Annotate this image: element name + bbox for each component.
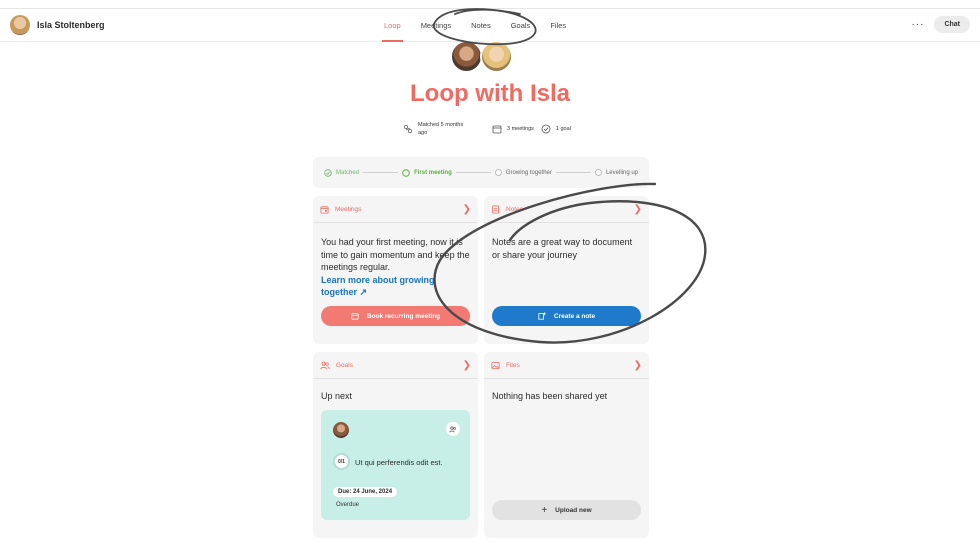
step-label: Growing together: [505, 169, 552, 176]
card-title: Goals: [336, 361, 353, 369]
goals-meta: 1 goal: [541, 124, 571, 134]
step-connector: [363, 172, 399, 173]
chevron-right-icon[interactable]: ❯: [463, 360, 471, 371]
header-actions: ··· Chat: [911, 16, 970, 33]
participant-avatars: [450, 40, 520, 74]
due-date-badge: Due: 24 June, 2024: [333, 487, 398, 497]
notes-description: Notes are a great way to document or sha…: [492, 237, 633, 260]
tab-files[interactable]: Files: [540, 9, 576, 42]
user-profile[interactable]: Isla Stoltenberg: [10, 15, 105, 35]
step-levelling-up: Levelling up: [594, 169, 638, 176]
notes-card: Notes ❯ Notes are a great way to documen…: [484, 196, 649, 344]
more-options-button[interactable]: ···: [911, 19, 924, 30]
user-name: Isla Stoltenberg: [37, 20, 105, 30]
new-note-icon: [538, 312, 546, 320]
files-card: Files ❯ Nothing has been shared yet + Up…: [484, 352, 649, 538]
matched-text: Matched 5 months ago: [418, 122, 464, 136]
step-matched: Matched: [324, 168, 360, 177]
step-label: First meeting: [414, 169, 452, 176]
page-title: Loop with Isla: [410, 80, 570, 107]
step-connector: [555, 172, 591, 173]
avatar: [480, 40, 513, 73]
meetings-card-header[interactable]: Meetings ❯: [313, 196, 478, 223]
notes-icon: [491, 204, 500, 214]
button-label: Upload new: [555, 506, 592, 514]
tab-notes[interactable]: Notes: [461, 9, 501, 42]
calendar-icon: [351, 313, 359, 320]
progress-stepper: Matched First meeting Growing together L…: [313, 157, 649, 188]
check-circle-icon: [541, 124, 551, 134]
card-title: Meetings: [335, 205, 362, 213]
calendar-icon: [320, 205, 329, 214]
tab-goals[interactable]: Goals: [501, 9, 541, 42]
step-label: Levelling up: [605, 169, 638, 176]
top-header: Isla Stoltenberg Loop Meetings Notes Goa…: [0, 9, 980, 42]
button-label: Book recurring meeting: [366, 312, 441, 320]
goal-title: Ut qui perferendis odit est.: [355, 458, 443, 467]
step-growing-together: Growing together: [494, 169, 552, 176]
avatar: [10, 15, 30, 35]
goals-card-header[interactable]: Goals ❯: [313, 352, 478, 379]
matched-meta: Matched 5 months ago: [403, 121, 470, 137]
files-card-header[interactable]: Files ❯: [484, 352, 649, 379]
circle-icon: [494, 169, 502, 176]
circle-icon: [402, 168, 410, 177]
step-label: Matched: [336, 169, 360, 176]
meetings-count: 3 meetings: [507, 126, 534, 132]
goal-progress-indicator: 0/1: [333, 453, 350, 470]
learn-more-link[interactable]: Learn more about growing together ↗: [321, 274, 470, 299]
meetings-meta: 3 meetings: [492, 124, 534, 134]
goals-count: 1 goal: [555, 126, 571, 132]
calendar-icon: [492, 125, 502, 134]
book-recurring-meeting-button[interactable]: Book recurring meeting: [321, 306, 470, 326]
meetings-description: You had your first meeting, now it is ti…: [321, 237, 470, 272]
step-connector: [455, 172, 491, 173]
main-tabs: Loop Meetings Notes Goals Files: [374, 9, 576, 42]
tab-loop[interactable]: Loop: [374, 9, 411, 42]
upload-new-button[interactable]: + Upload new: [492, 500, 641, 520]
chat-button[interactable]: Chat: [934, 16, 970, 33]
step-first-meeting: First meeting: [402, 168, 452, 177]
card-title: Files: [506, 361, 520, 369]
goals-card: Goals ❯ Up next 0/1 Ut qui perferendis o…: [313, 352, 478, 538]
chevron-right-icon[interactable]: ❯: [463, 204, 471, 215]
button-label: Create a note: [553, 312, 596, 320]
goal-status: Overdue: [336, 502, 360, 508]
check-circle-icon: [324, 168, 332, 177]
chevron-right-icon[interactable]: ❯: [634, 360, 642, 371]
files-card-body: Nothing has been shared yet: [484, 379, 649, 415]
plus-icon: +: [541, 504, 548, 516]
avatar: [333, 422, 349, 438]
shared-goal-icon: [446, 422, 460, 436]
tab-meetings[interactable]: Meetings: [411, 9, 461, 42]
people-icon: [320, 361, 330, 369]
matched-icon: [403, 124, 413, 134]
avatar: [450, 40, 483, 73]
loop-meta: Matched 5 months ago 3 meetings 1 goal: [403, 121, 571, 137]
notes-card-header[interactable]: Notes ❯: [484, 196, 649, 223]
card-title: Notes: [506, 205, 523, 213]
files-empty-text: Nothing has been shared yet: [492, 391, 608, 401]
chevron-right-icon[interactable]: ❯: [634, 204, 642, 215]
meetings-card-body: You had your first meeting, now it is ti…: [313, 223, 478, 311]
up-next-label: Up next: [321, 391, 353, 401]
create-note-button[interactable]: Create a note: [492, 306, 641, 326]
meetings-card: Meetings ❯ You had your first meeting, n…: [313, 196, 478, 344]
image-icon: [491, 361, 500, 369]
notes-card-body: Notes are a great way to document or sha…: [484, 223, 649, 273]
goal-tile[interactable]: 0/1 Ut qui perferendis odit est. Due: 24…: [321, 410, 470, 520]
circle-icon: [594, 169, 602, 176]
